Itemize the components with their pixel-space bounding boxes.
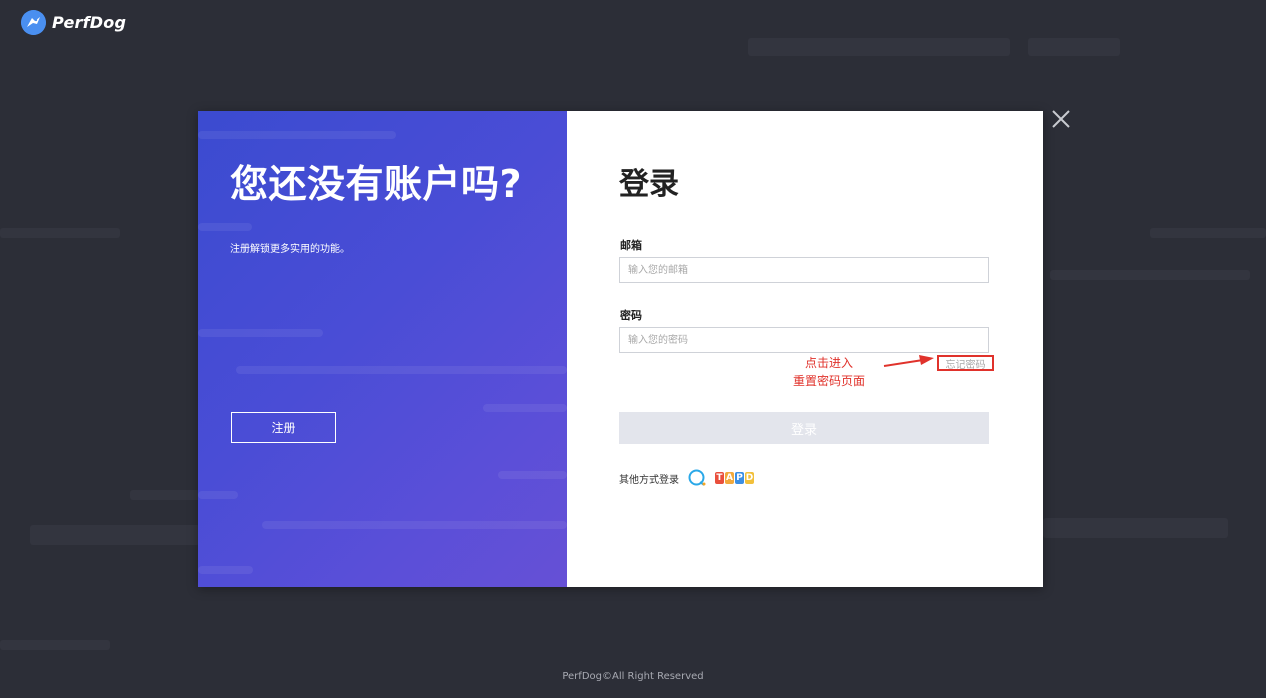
decorative-stripe [198,566,253,574]
login-panel: 登录 邮箱 密码 点击进入 重置密码页面 忘记密码 登录 其他方式登录 [567,111,1043,587]
tapd-letter: A [725,472,734,484]
other-login-label: 其他方式登录 [619,474,679,486]
background-bar [30,525,200,545]
close-icon[interactable] [1050,108,1072,130]
tapd-icon[interactable]: T A P D [715,472,754,484]
background-bar [1043,518,1228,538]
tapd-letter: P [735,472,744,484]
background-bar [0,228,120,238]
decorative-stripe [483,404,567,412]
decorative-stripe [198,491,238,499]
decorative-stripe [198,131,396,139]
logo-text: PerfDog [52,13,127,32]
tapd-letter: D [745,472,754,484]
background-bar [0,640,110,650]
password-label: 密码 [620,309,642,322]
forgot-password-link[interactable]: 忘记密码 [937,355,994,371]
promo-subtitle: 注册解锁更多实用的功能。 [230,244,350,255]
background-bar [1050,270,1250,280]
footer-copyright: PerfDog©All Right Reserved [562,671,704,682]
tapd-letter: T [715,472,724,484]
other-login-methods: 其他方式登录 T A P D [619,468,754,488]
register-promo-panel: 您还没有账户吗? 注册解锁更多实用的功能。 注册 [198,111,567,587]
background-bar [1028,38,1120,56]
decorative-stripe [198,223,252,231]
login-page: PerfDog 您还没有账户吗? 注册解锁更多实用的功能。 注册 登录 邮箱 密… [0,0,1266,698]
annotation-arrow-icon [883,355,934,367]
password-field[interactable] [619,327,989,353]
decorative-stripe [236,366,567,374]
qq-icon[interactable] [687,468,707,488]
annotation-line-2: 重置密码页面 [793,374,866,388]
register-button[interactable]: 注册 [231,412,336,443]
annotation-text: 点击进入 重置密码页面 [793,354,865,390]
login-submit-button[interactable]: 登录 [619,412,989,444]
perfdog-logo[interactable]: PerfDog [21,10,126,35]
promo-title: 您还没有账户吗? [230,162,523,206]
email-label: 邮箱 [620,239,642,252]
background-bar [130,490,200,500]
annotation-line-1: 点击进入 [805,356,854,370]
login-modal: 您还没有账户吗? 注册解锁更多实用的功能。 注册 登录 邮箱 密码 点击进入 重… [198,111,1043,587]
decorative-stripe [262,521,567,529]
dog-logo-icon [21,10,46,35]
email-field[interactable] [619,257,989,283]
login-title: 登录 [619,167,679,202]
background-bar [1150,228,1266,238]
decorative-stripe [498,471,567,479]
decorative-stripe [198,329,323,337]
background-bar [748,38,1010,56]
